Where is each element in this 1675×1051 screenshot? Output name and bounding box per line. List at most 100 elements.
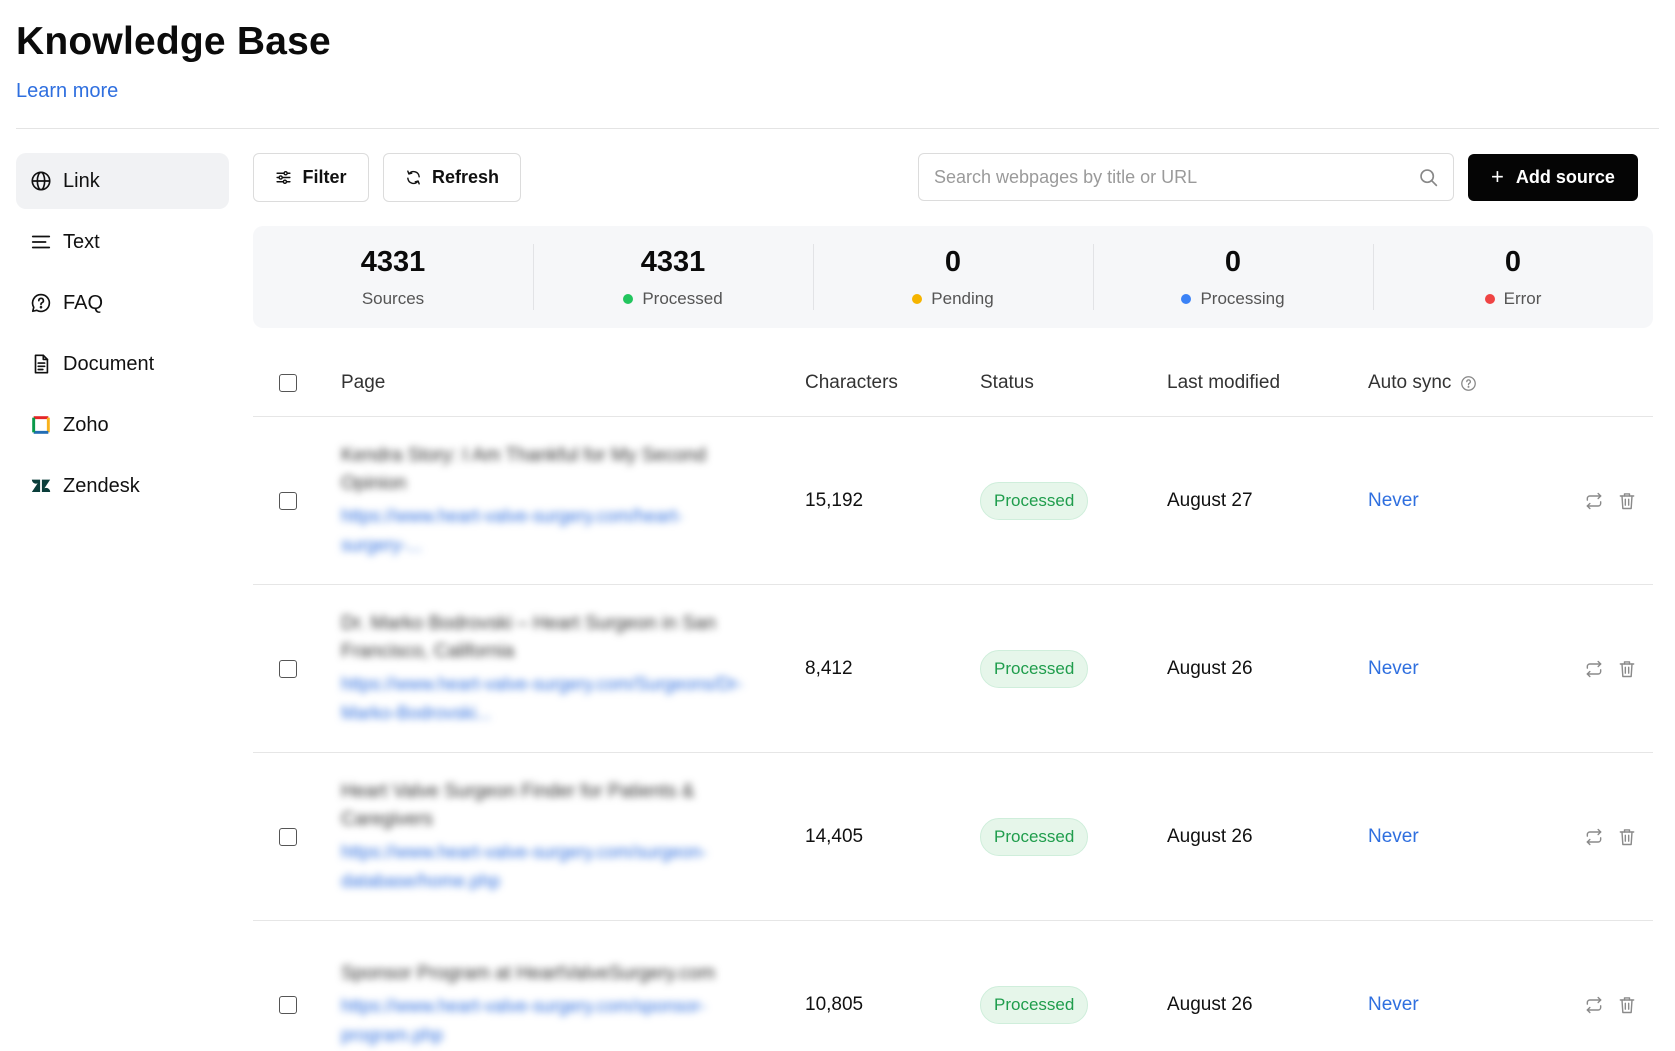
characters-cell: 15,192 bbox=[805, 489, 864, 511]
page-title-cell[interactable]: Kendra Story: I Am Thankful for My Secon… bbox=[341, 442, 751, 498]
sidebar-item-faq[interactable]: FAQ bbox=[16, 275, 229, 331]
add-source-label: Add source bbox=[1515, 167, 1615, 187]
status-badge: Processed bbox=[980, 649, 1089, 688]
stat-value: 0 bbox=[1224, 245, 1242, 278]
row-checkbox[interactable] bbox=[279, 996, 297, 1014]
refresh-button[interactable]: Refresh bbox=[383, 153, 521, 202]
stat-value: 0 bbox=[944, 245, 962, 278]
stat-label: Pending bbox=[931, 288, 994, 308]
globe-icon bbox=[30, 170, 52, 192]
auto-sync-link[interactable]: Never bbox=[1368, 490, 1419, 512]
resync-icon[interactable] bbox=[1584, 827, 1604, 847]
row-checkbox[interactable] bbox=[279, 827, 297, 846]
status-badge: Processed bbox=[980, 481, 1089, 520]
row-checkbox[interactable] bbox=[279, 491, 297, 510]
trash-icon[interactable] bbox=[1617, 491, 1637, 511]
page-url-link[interactable]: https://www.heart-valve-surgery.com/hear… bbox=[341, 502, 761, 560]
zendesk-logo-icon bbox=[30, 475, 52, 497]
sidebar-item-document[interactable]: Document bbox=[16, 336, 229, 392]
sidebar-item-zendesk[interactable]: Zendesk bbox=[16, 458, 229, 514]
chat-question-icon bbox=[30, 292, 52, 314]
search-box bbox=[918, 153, 1454, 201]
status-dot-pending bbox=[912, 293, 923, 304]
sidebar-item-label: Document bbox=[63, 352, 155, 375]
page-header: Knowledge Base Learn more bbox=[16, 20, 331, 103]
page-title-cell[interactable]: Sponsor Program at HeartValveSurgery.com bbox=[341, 960, 751, 988]
table-header: Page Characters Status Last modified Aut… bbox=[253, 350, 1653, 417]
sources-table: Page Characters Status Last modified Aut… bbox=[253, 350, 1653, 1051]
page-title: Knowledge Base bbox=[16, 20, 331, 63]
text-lines-icon bbox=[30, 231, 52, 253]
document-icon bbox=[30, 353, 52, 375]
help-circle-icon[interactable] bbox=[1460, 375, 1477, 392]
auto-sync-link[interactable]: Never bbox=[1368, 826, 1419, 848]
stats-summary: 4331 Sources 4331 Processed 0 Pending 0 … bbox=[253, 226, 1653, 328]
learn-more-link[interactable]: Learn more bbox=[16, 80, 118, 103]
zoho-logo-icon bbox=[30, 414, 52, 436]
column-header-last-modified[interactable]: Last modified bbox=[1167, 372, 1368, 394]
column-header-characters[interactable]: Characters bbox=[805, 372, 980, 394]
characters-cell: 8,412 bbox=[805, 657, 853, 679]
page-url-link[interactable]: https://www.heart-valve-surgery.com/spon… bbox=[341, 992, 761, 1050]
table-row: Sponsor Program at HeartValveSurgery.com… bbox=[253, 921, 1653, 1051]
plus-icon: + bbox=[1491, 163, 1504, 189]
stat-value: 0 bbox=[1504, 245, 1522, 278]
select-all-checkbox[interactable] bbox=[279, 374, 297, 392]
sidebar-item-label: Link bbox=[63, 169, 100, 192]
auto-sync-link[interactable]: Never bbox=[1368, 658, 1419, 680]
resync-icon[interactable] bbox=[1584, 995, 1604, 1015]
trash-icon[interactable] bbox=[1617, 995, 1637, 1015]
status-dot-processing bbox=[1181, 293, 1192, 304]
status-dot-processed bbox=[623, 293, 634, 304]
auto-sync-label: Auto sync bbox=[1368, 372, 1452, 393]
table-row: Kendra Story: I Am Thankful for My Secon… bbox=[253, 417, 1653, 585]
sidebar-item-text[interactable]: Text bbox=[16, 214, 229, 270]
status-dot-error bbox=[1484, 293, 1495, 304]
stat-processing: 0 Processing bbox=[1093, 226, 1373, 328]
source-type-sidebar: Link Text FAQ Document Zoho Zendesk bbox=[16, 153, 229, 519]
search-input[interactable] bbox=[934, 166, 1404, 188]
trash-icon[interactable] bbox=[1617, 659, 1637, 679]
characters-cell: 10,805 bbox=[805, 994, 864, 1015]
sidebar-item-zoho[interactable]: Zoho bbox=[16, 397, 229, 453]
resync-icon[interactable] bbox=[1584, 659, 1604, 679]
stat-processed: 4331 Processed bbox=[533, 226, 813, 328]
add-source-button[interactable]: + Add source bbox=[1468, 154, 1638, 201]
refresh-icon bbox=[407, 170, 420, 185]
sidebar-item-link[interactable]: Link bbox=[16, 153, 229, 209]
last-modified-cell: August 26 bbox=[1167, 657, 1253, 679]
sidebar-item-label: FAQ bbox=[63, 291, 104, 314]
sliders-icon bbox=[276, 170, 292, 185]
column-header-page[interactable]: Page bbox=[341, 372, 805, 394]
characters-cell: 14,405 bbox=[805, 825, 864, 847]
sidebar-item-label: Zoho bbox=[63, 413, 109, 436]
column-header-status[interactable]: Status bbox=[980, 372, 1167, 394]
auto-sync-link[interactable]: Never bbox=[1368, 994, 1419, 1016]
page-url-link[interactable]: https://www.heart-valve-surgery.com/Surg… bbox=[341, 670, 761, 728]
stat-label: Processing bbox=[1200, 288, 1285, 308]
page-title-cell[interactable]: Dr. Marko Bodrovski – Heart Surgeon in S… bbox=[341, 610, 751, 666]
stat-label: Sources bbox=[361, 288, 425, 308]
resync-icon[interactable] bbox=[1584, 491, 1604, 511]
header-divider bbox=[16, 128, 1659, 129]
row-checkbox[interactable] bbox=[279, 659, 297, 678]
page-url-link[interactable]: https://www.heart-valve-surgery.com/surg… bbox=[341, 838, 761, 896]
status-badge: Processed bbox=[980, 817, 1089, 856]
toolbar: Filter Refresh + Add source bbox=[253, 153, 1643, 203]
stat-sources: 4331 Sources bbox=[253, 226, 533, 328]
trash-icon[interactable] bbox=[1617, 827, 1637, 847]
status-badge: Processed bbox=[980, 986, 1089, 1024]
refresh-button-label: Refresh bbox=[431, 167, 500, 187]
filter-button[interactable]: Filter bbox=[253, 153, 369, 202]
stat-label: Processed bbox=[642, 288, 723, 308]
last-modified-cell: August 27 bbox=[1167, 489, 1253, 511]
search-icon[interactable] bbox=[1418, 167, 1439, 188]
sidebar-item-label: Zendesk bbox=[63, 474, 140, 497]
column-header-auto-sync[interactable]: Auto sync bbox=[1368, 372, 1548, 394]
stat-pending: 0 Pending bbox=[813, 226, 1093, 328]
stat-value: 4331 bbox=[640, 245, 706, 278]
filter-button-label: Filter bbox=[302, 167, 347, 187]
page-title-cell[interactable]: Heart Valve Surgeon Finder for Patients … bbox=[341, 778, 751, 834]
table-row: Dr. Marko Bodrovski – Heart Surgeon in S… bbox=[253, 585, 1653, 753]
stat-value: 4331 bbox=[360, 245, 426, 278]
